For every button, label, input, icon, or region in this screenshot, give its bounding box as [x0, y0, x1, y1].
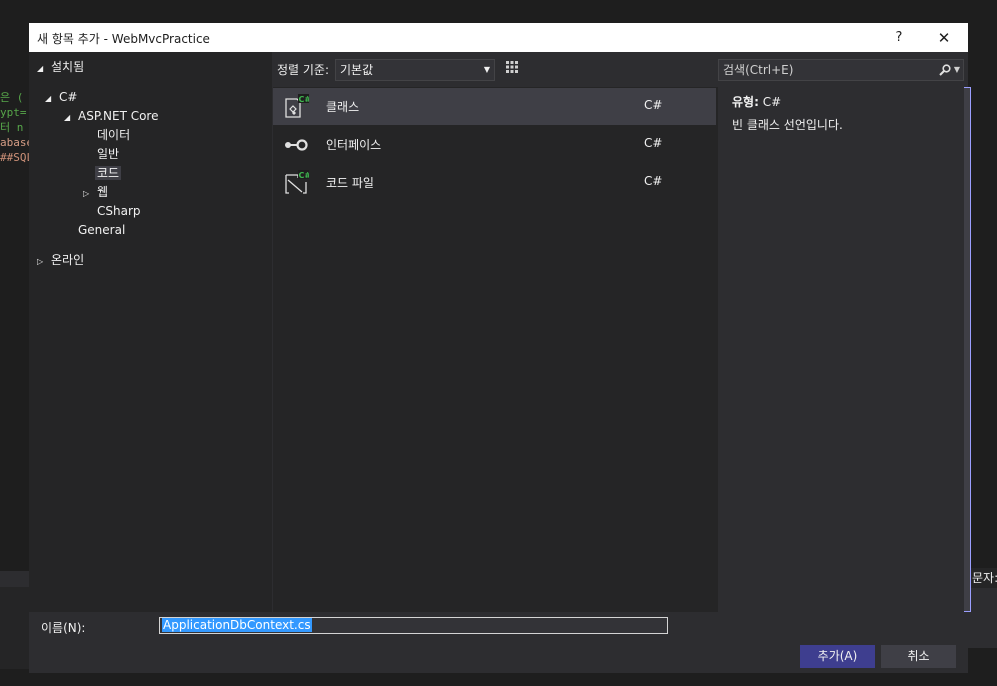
detail-type-value: C#	[762, 95, 782, 109]
add-button[interactable]: 추가(A)	[800, 645, 875, 668]
template-name: 클래스	[326, 100, 360, 114]
code-line: abase	[0, 136, 30, 149]
small-icons-view-button[interactable]	[501, 59, 523, 81]
detail-type-label: 유형:	[732, 95, 759, 109]
chevron-down-icon[interactable]: ▼	[954, 60, 960, 80]
help-button[interactable]: ?	[887, 27, 911, 49]
collapse-triangle-icon[interactable]: ◢	[64, 109, 78, 127]
template-language: C#	[644, 174, 663, 188]
tree-item-code[interactable]: 코드	[95, 164, 122, 182]
close-button[interactable]: ✕	[932, 27, 956, 49]
template-name: 인터페이스	[326, 138, 382, 152]
sort-label: 정렬 기준:	[277, 63, 330, 77]
cancel-button[interactable]: 취소	[881, 645, 956, 668]
sort-dropdown[interactable]: 기본값 ▼	[335, 59, 495, 81]
class-icon: C#	[285, 94, 310, 118]
template-detail-pane: 유형: C# 빈 클래스 선언입니다.	[718, 87, 964, 612]
dialog-footer: 이름(N): ApplicationDbContext.cs 추가(A) 취소	[29, 612, 968, 673]
interface-icon	[285, 139, 308, 151]
title-bar: 새 항목 추가 - WebMvcPractice ? ✕	[29, 23, 968, 52]
template-item-code-file[interactable]: C# 코드 파일 C#	[273, 164, 716, 201]
chevron-down-icon: ▼	[483, 65, 490, 74]
code-line: 은 (	[0, 91, 24, 104]
tree-item-csharp[interactable]: ◢ C#	[45, 88, 77, 106]
grid-view-icon	[506, 61, 518, 73]
detail-description: 빈 클래스 선언입니다.	[732, 118, 843, 132]
background-panel	[0, 587, 30, 669]
background-right-panel	[968, 588, 997, 648]
name-field[interactable]: ApplicationDbContext.cs	[159, 617, 668, 634]
dialog-title: 새 항목 추가 - WebMvcPractice	[37, 32, 210, 46]
svg-text:C#: C#	[299, 95, 310, 104]
tree-item-csharp-node[interactable]: CSharp	[97, 202, 141, 220]
search-placeholder: 검색(Ctrl+E)	[723, 63, 794, 77]
tree-item-installed[interactable]: ◢ 설치됨	[37, 58, 84, 76]
sort-value: 기본값	[340, 63, 374, 77]
tree-item-data[interactable]: 데이터	[97, 126, 130, 144]
background-panel-strip	[0, 571, 30, 587]
collapse-triangle-icon[interactable]: ◢	[45, 90, 59, 108]
template-language: C#	[644, 98, 663, 112]
search-input[interactable]: 검색(Ctrl+E) ▼	[718, 59, 964, 81]
tree-item-general[interactable]: General	[78, 221, 125, 239]
expand-triangle-icon[interactable]: ▷	[83, 185, 97, 203]
expand-triangle-icon[interactable]: ▷	[37, 253, 51, 271]
background-right-label: 문자:	[968, 568, 997, 588]
name-value: ApplicationDbContext.cs	[162, 618, 312, 632]
category-tree: ◢ 설치됨 ◢ C# ◢ ASP.NET Core 데이터 일반 코드 ▷ 웹 CSha…	[29, 52, 272, 612]
tree-item-web[interactable]: ▷ 웹	[83, 183, 108, 201]
detail-type: 유형: C#	[732, 93, 781, 110]
template-item-interface[interactable]: 인터페이스 C#	[273, 126, 716, 163]
add-new-item-dialog: 새 항목 추가 - WebMvcPractice ? ✕ ◢ 설치됨 ◢ C# ◢ A…	[29, 23, 971, 673]
code-line: ypt=	[0, 106, 27, 119]
template-language: C#	[644, 136, 663, 150]
tree-item-online[interactable]: ▷ 온라인	[37, 251, 84, 269]
template-item-class[interactable]: C# 클래스 C#	[273, 88, 716, 125]
svg-text:C#: C#	[299, 171, 310, 180]
tree-item-aspnet-core[interactable]: ◢ ASP.NET Core	[64, 107, 158, 125]
name-label: 이름(N):	[41, 621, 86, 635]
background-code-editor: 은 ( ypt= 터 n abase ##SQL	[0, 90, 30, 165]
search-icon[interactable]	[939, 60, 951, 83]
template-list: C# 클래스 C# 인터페이스 C# C# 코드 파일 C	[273, 87, 718, 612]
collapse-triangle-icon[interactable]: ◢	[37, 60, 51, 78]
code-line: ##SQL	[0, 151, 30, 164]
template-name: 코드 파일	[326, 176, 374, 190]
tree-item-general-kr[interactable]: 일반	[97, 145, 119, 163]
code-file-icon: C#	[285, 170, 310, 194]
code-line: 터 n	[0, 121, 24, 134]
